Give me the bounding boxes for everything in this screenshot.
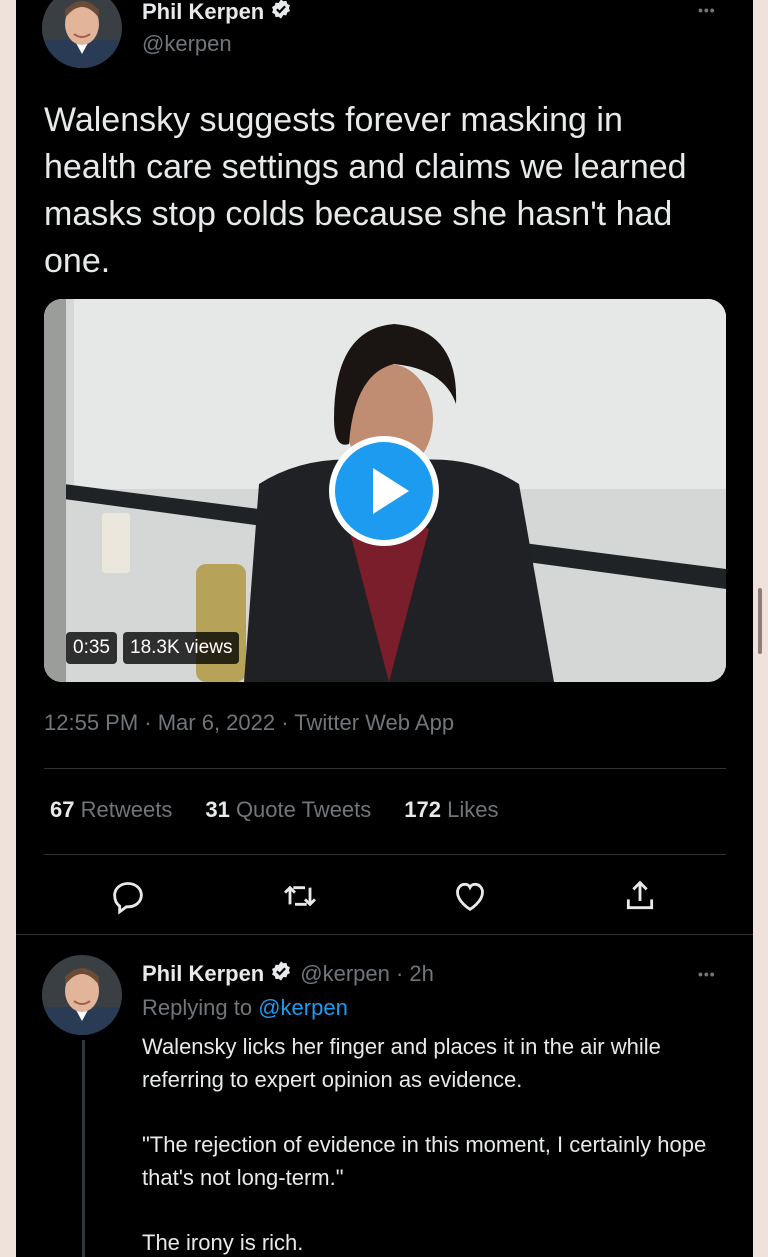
retweets-label: Retweets <box>80 797 173 822</box>
verified-badge-icon <box>270 960 292 987</box>
verified-badge-icon <box>270 0 292 25</box>
retweet-icon[interactable] <box>280 876 320 916</box>
video-views-badge: 18.3K views <box>123 632 240 664</box>
reply-text-paragraph-3: The irony is rich. <box>142 1230 304 1255</box>
retweets-count: 67 <box>50 797 75 822</box>
reply-handle-time[interactable]: @kerpen · 2h <box>300 961 434 987</box>
play-button[interactable] <box>329 436 439 546</box>
likes-count: 172 <box>404 797 441 822</box>
tweet-stats: 67 Retweets 31 Quote Tweets 172 Likes <box>50 797 531 823</box>
reply-author-row: Phil Kerpen @kerpen · 2h <box>142 960 434 987</box>
reply-author-avatar[interactable] <box>42 955 122 1035</box>
replying-to-handle-link[interactable]: @kerpen <box>258 995 348 1020</box>
quote-tweets-label: Quote Tweets <box>235 797 372 822</box>
reply-more-options-icon[interactable]: ••• <box>698 966 716 982</box>
replying-to-line: Replying to @kerpen <box>142 995 348 1021</box>
author-name[interactable]: Phil Kerpen <box>142 0 264 25</box>
play-icon <box>335 442 433 540</box>
likes-label: Likes <box>447 797 499 822</box>
divider <box>44 768 726 769</box>
side-scroll-handle[interactable] <box>758 588 762 654</box>
likes-stat[interactable]: 172 Likes <box>404 797 498 823</box>
video-duration-badge: 0:35 <box>66 632 117 664</box>
more-options-icon[interactable]: ••• <box>698 2 716 18</box>
reply-text-paragraph-1: Walensky licks her finger and places it … <box>142 1034 661 1092</box>
author-avatar[interactable] <box>42 0 122 68</box>
retweets-stat[interactable]: 67 Retweets <box>50 797 172 823</box>
quote-tweets-stat[interactable]: 31 Quote Tweets <box>205 797 371 823</box>
author-row: Phil Kerpen <box>142 0 292 25</box>
quote-tweets-count: 31 <box>205 797 230 822</box>
tweet-timestamp-source[interactable]: 12:55 PM · Mar 6, 2022 · Twitter Web App <box>44 710 454 736</box>
reply-icon[interactable] <box>108 876 148 916</box>
reply-text-paragraph-2: "The rejection of evidence in this momen… <box>142 1132 707 1190</box>
tweet-detail-screen: Phil Kerpen @kerpen ••• Walensky suggest… <box>16 0 753 1257</box>
thread-connector-line <box>82 1040 85 1257</box>
tweet-text: Walensky suggests forever masking in hea… <box>44 101 687 280</box>
share-icon[interactable] <box>620 876 660 916</box>
tweet-separator <box>16 934 753 935</box>
author-handle[interactable]: @kerpen <box>142 31 232 57</box>
like-icon[interactable] <box>450 876 490 916</box>
reply-author-name[interactable]: Phil Kerpen <box>142 961 264 987</box>
replying-to-label: Replying to <box>142 995 253 1020</box>
divider <box>44 854 726 855</box>
